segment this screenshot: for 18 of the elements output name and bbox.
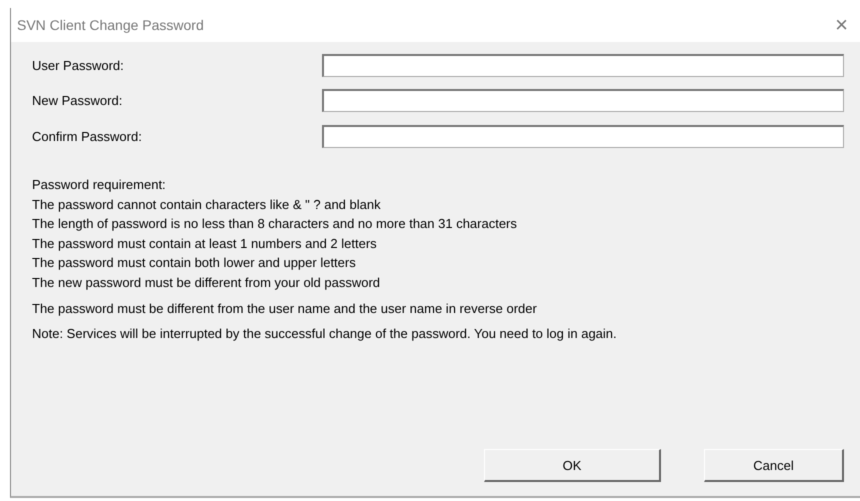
- window-title: SVN Client Change Password: [17, 17, 204, 33]
- close-button[interactable]: ×: [833, 14, 850, 36]
- requirements-heading: Password requirement:: [32, 176, 167, 194]
- field-label: Confirm Password:: [32, 128, 142, 144]
- requirement-text: The password must be different from the user name and the user name in reverse order: [32, 300, 538, 318]
- password-field[interactable]: [322, 124, 844, 148]
- field-label: New Password:: [32, 92, 122, 108]
- ok-button[interactable]: OK: [484, 449, 661, 482]
- cancel-button[interactable]: Cancel: [704, 449, 844, 482]
- requirement-text: The password must contain both lower and upper letters: [32, 254, 357, 272]
- password-field[interactable]: [322, 54, 844, 76]
- requirement-text: The password cannot contain characters like & " ? and blank: [32, 196, 382, 214]
- requirement-text: The password must contain at least 1 numbers and 2 letters: [32, 234, 378, 253]
- field-label: User Password:: [32, 58, 124, 72]
- requirement-text: The length of password is no less than 8 characters and no more than 31 characters: [32, 215, 518, 233]
- requirement-text: The new password must be different from your old password: [32, 274, 382, 292]
- note-text: Note: Services will be interrupted by the successful change of the password. You need to log in again.: [32, 324, 618, 343]
- password-field[interactable]: [322, 88, 844, 112]
